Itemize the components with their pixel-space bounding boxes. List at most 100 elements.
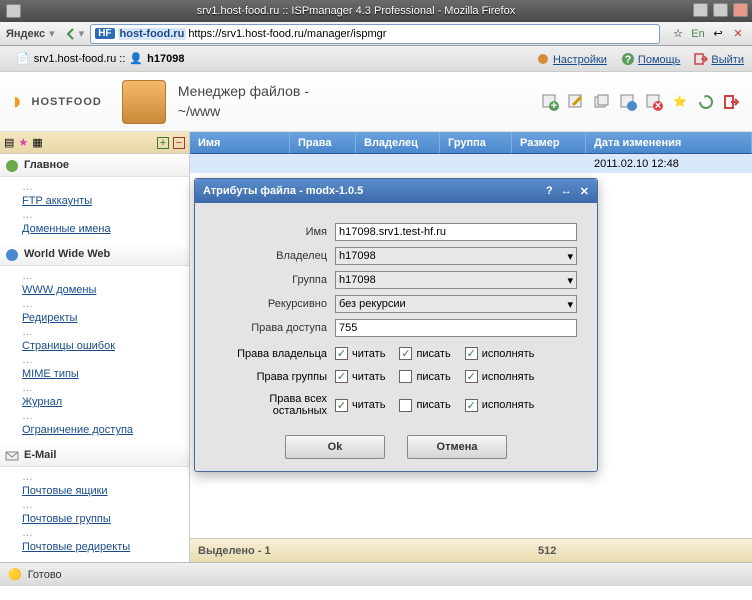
lbl-recursive: Рекурсивно: [215, 298, 335, 310]
chk-other-read[interactable]: ✓читать: [335, 399, 385, 412]
lbl-perms: Права доступа: [215, 322, 335, 334]
logout-link[interactable]: Выйти: [694, 52, 744, 66]
page-path: ~/www: [178, 102, 309, 122]
cancel-button[interactable]: Отмена: [407, 435, 507, 459]
chk-other-exec[interactable]: ✓исполнять: [465, 399, 535, 412]
sidebar-group-2[interactable]: E-Mail: [0, 444, 189, 467]
dialog-expand-icon[interactable]: ↔: [561, 185, 572, 198]
lbl-other: Права всех остальных: [215, 393, 335, 417]
select-recursive[interactable]: без рекурсии▾: [335, 295, 577, 313]
tool-exit-icon[interactable]: [722, 92, 742, 112]
chk-group-write[interactable]: писать: [399, 370, 450, 383]
page-title: Менеджер файлов -: [178, 82, 309, 102]
sidebar-group-1[interactable]: World Wide Web: [0, 243, 189, 266]
sidebar-link[interactable]: Редиректы: [22, 310, 189, 326]
back-icon[interactable]: [63, 26, 79, 42]
user-icon: 👤: [129, 52, 143, 65]
file-row[interactable]: 2011.02.10 12:48: [190, 154, 752, 173]
sb-expand-icon[interactable]: +: [157, 137, 169, 149]
sb-collapse-icon[interactable]: ▤: [4, 136, 14, 149]
sidebar-link[interactable]: WWW домены: [22, 282, 189, 298]
chk-owner-exec[interactable]: ✓исполнять: [465, 347, 535, 360]
logo-icon: ◗: [10, 88, 26, 116]
tool-copy-icon[interactable]: [592, 92, 612, 112]
url-host: host-food.ru: [118, 28, 187, 40]
help-link[interactable]: ?Помощь: [621, 52, 681, 66]
chk-group-read[interactable]: ✓читать: [335, 370, 385, 383]
chevron-down-icon: ▾: [567, 250, 573, 263]
lang-icon[interactable]: En: [690, 26, 706, 42]
tool-move-icon[interactable]: [618, 92, 638, 112]
site-badge-icon: HF: [95, 28, 114, 39]
sidebar-link[interactable]: Доменные имена: [22, 221, 189, 237]
bookmark-star-icon[interactable]: ☆: [670, 26, 686, 42]
yandex-label[interactable]: Яндекс: [6, 28, 45, 40]
chk-other-write[interactable]: писать: [399, 399, 450, 412]
sidebar-link[interactable]: Журнал: [22, 394, 189, 410]
minimize-icon[interactable]: [693, 3, 708, 17]
sidebar-link[interactable]: FTP аккаунты: [22, 193, 189, 209]
filemanager-icon: [122, 80, 166, 124]
col-group[interactable]: Группа: [440, 132, 512, 153]
sb-collapse-all-icon[interactable]: −: [173, 137, 185, 149]
ok-button[interactable]: Ok: [285, 435, 385, 459]
window-title: srv1.host-food.ru :: ISPmanager 4.3 Prof…: [21, 5, 691, 17]
col-size[interactable]: Размер: [512, 132, 586, 153]
selected-size: 512: [530, 545, 564, 557]
lbl-group: Права группы: [215, 371, 335, 383]
sidebar-link[interactable]: Почтовые редиректы: [22, 539, 189, 555]
tool-star-icon[interactable]: ⭐: [670, 92, 690, 112]
chk-owner-read[interactable]: ✓читать: [335, 347, 385, 360]
lbl-name: Имя: [215, 226, 335, 238]
col-name[interactable]: Имя: [190, 132, 290, 153]
logo-text: HOSTFOOD: [32, 96, 102, 108]
app-menu-icon[interactable]: [6, 4, 21, 18]
tool-refresh-icon[interactable]: [696, 92, 716, 112]
tab-title-prefix: srv1.host-food.ru ::: [34, 53, 126, 65]
sb-star-icon[interactable]: ★: [18, 136, 28, 149]
dialog-help-icon[interactable]: ?: [546, 185, 553, 198]
col-perms[interactable]: Права: [290, 132, 356, 153]
tab-user: h17098: [147, 53, 184, 65]
browser-tab[interactable]: 📄 srv1.host-food.ru :: 👤 h17098: [8, 49, 192, 68]
chk-group-exec[interactable]: ✓исполнять: [465, 370, 535, 383]
nav-back-icon[interactable]: ↩: [710, 26, 726, 42]
logo: ◗ HOSTFOOD: [10, 88, 102, 116]
url-path: https://srv1.host-food.ru/manager/ispmgr: [188, 28, 386, 40]
selected-label: Выделено - 1: [190, 545, 530, 557]
lbl-group: Группа: [215, 274, 335, 286]
dialog-close-icon[interactable]: ✕: [580, 185, 589, 198]
select-owner[interactable]: h17098▾: [335, 247, 577, 265]
tool-edit-icon[interactable]: [566, 92, 586, 112]
col-owner[interactable]: Владелец: [356, 132, 440, 153]
sidebar-link[interactable]: Ограничение доступа: [22, 422, 189, 438]
select-group[interactable]: h17098▾: [335, 271, 577, 289]
sidebar-link[interactable]: Страницы ошибок: [22, 338, 189, 354]
file-date: 2011.02.10 12:48: [586, 158, 752, 170]
selection-footer: Выделено - 1 512: [190, 538, 752, 562]
column-header: Имя Права Владелец Группа Размер Дата из…: [190, 132, 752, 154]
settings-link[interactable]: Настройки: [536, 52, 607, 66]
chk-owner-write[interactable]: ✓писать: [399, 347, 450, 360]
tool-delete-icon[interactable]: ×: [644, 92, 664, 112]
status-text: Готово: [28, 569, 62, 581]
stop-icon[interactable]: ✕: [730, 26, 746, 42]
tool-new-icon[interactable]: +: [540, 92, 560, 112]
chevron-down-icon: ▾: [567, 298, 573, 311]
lbl-owner: Владелец: [215, 250, 335, 262]
input-name[interactable]: [335, 223, 577, 241]
col-date[interactable]: Дата изменения: [586, 132, 752, 153]
input-perms[interactable]: [335, 319, 577, 337]
close-icon[interactable]: [733, 3, 748, 17]
tab-icon: 📄: [16, 52, 30, 65]
sb-list-icon[interactable]: ▦: [32, 136, 42, 149]
sidebar-link[interactable]: Почтовые ящики: [22, 483, 189, 499]
attributes-dialog: Атрибуты файла - modx-1.0.5 ? ↔ ✕ Имя Вл…: [194, 178, 598, 472]
sidebar-link[interactable]: Почтовые группы: [22, 511, 189, 527]
sidebar-link[interactable]: MIME типы: [22, 366, 189, 382]
maximize-icon[interactable]: [713, 3, 728, 17]
svg-text:+: +: [551, 100, 557, 111]
url-bar[interactable]: HF host-food.ru https://srv1.host-food.r…: [90, 24, 660, 44]
chevron-down-icon: ▾: [567, 274, 573, 287]
sidebar-group-0[interactable]: Главное: [0, 154, 189, 177]
